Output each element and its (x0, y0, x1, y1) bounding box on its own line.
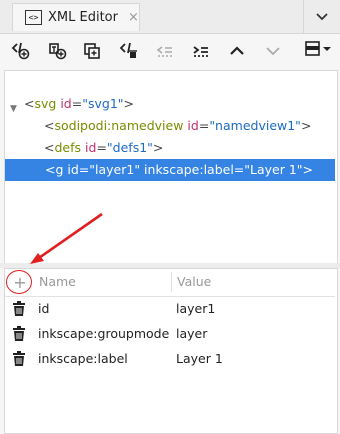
node-close-bracket: > (152, 140, 164, 155)
attribute-row[interactable]: inkscape:label Layer 1 (5, 347, 335, 372)
expander-icon[interactable]: ▼ (10, 104, 17, 114)
node-tag: sodipodi:namedview (54, 118, 184, 133)
tree-node-namedview[interactable]: <sodipodi:namedview id="namedview1"> (44, 115, 311, 137)
unindent-node-icon (156, 46, 172, 57)
add-attribute-button[interactable]: + (9, 272, 31, 292)
attribute-name[interactable]: inkscape:label (38, 351, 128, 366)
duplicate-node-button[interactable] (77, 38, 108, 64)
delete-node-button[interactable] (113, 38, 144, 64)
new-text-node-icon (48, 43, 66, 60)
toolbar (0, 34, 340, 68)
attribute-row[interactable]: id layer1 (5, 297, 335, 322)
attributes-panel: + Name Value id layer1 inkscape:groupmod… (4, 268, 338, 434)
node-attr: id (187, 118, 199, 133)
attribute-row[interactable]: inkscape:groupmode layer (5, 322, 335, 347)
node-text: <g id="layer1" inkscape:label="Layer 1"> (45, 162, 314, 177)
tree-node-svg[interactable]: <svg id="svg1"> (24, 93, 134, 115)
lower-node-button[interactable] (257, 38, 288, 64)
raise-node-icon (229, 46, 244, 55)
node-open-bracket: < (24, 96, 35, 111)
trash-icon[interactable] (12, 351, 26, 367)
attribute-value[interactable]: layer1 (176, 301, 215, 316)
node-close-bracket: > (300, 118, 312, 133)
column-header-name[interactable]: Name (39, 274, 76, 289)
attribute-value[interactable]: layer (176, 326, 207, 341)
chevron-down-icon[interactable] (303, 0, 340, 33)
indent-node-button[interactable] (185, 38, 216, 64)
node-value: "namedview1" (209, 118, 301, 133)
node-close-bracket: > (123, 96, 135, 111)
node-open-bracket: < (44, 118, 55, 133)
tab-xml-editor[interactable]: <> XML Editor × (12, 3, 140, 31)
node-tag: defs (54, 140, 82, 155)
layout-menu-button[interactable] (304, 38, 334, 60)
indent-node-icon (192, 46, 208, 57)
column-header-value[interactable]: Value (177, 274, 211, 289)
layout-menu-icon (305, 41, 331, 56)
tree-node-defs[interactable]: <defs id="defs1"> (44, 137, 163, 159)
attribute-name[interactable]: inkscape:groupmode (38, 326, 169, 341)
unindent-node-button[interactable] (149, 38, 180, 64)
tab-bar: <> XML Editor × (0, 0, 340, 34)
trash-icon[interactable] (12, 326, 26, 342)
tab-label: XML Editor (48, 10, 118, 25)
node-attr: id (85, 140, 97, 155)
column-divider (171, 272, 172, 292)
close-icon[interactable]: × (128, 10, 139, 25)
attribute-value[interactable]: Layer 1 (176, 351, 223, 366)
delete-node-icon (119, 42, 137, 58)
tree-node-layer1-selected[interactable]: <g id="layer1" inkscape:label="Layer 1"> (5, 159, 335, 181)
node-attr: id (60, 96, 72, 111)
xml-editor-icon: <> (25, 10, 42, 25)
node-open-bracket: < (44, 140, 55, 155)
annotation-arrow (30, 212, 103, 264)
duplicate-node-icon (83, 43, 100, 59)
new-element-node-button[interactable] (5, 38, 36, 64)
node-value: "svg1" (82, 96, 124, 111)
lower-node-icon (265, 47, 280, 56)
node-tag: svg (34, 96, 57, 111)
new-element-node-icon (11, 42, 29, 60)
new-text-node-button[interactable] (41, 38, 72, 64)
node-value: "defs1" (106, 140, 153, 155)
attribute-name[interactable]: id (38, 301, 49, 316)
raise-node-button[interactable] (221, 38, 252, 64)
trash-icon[interactable] (12, 301, 26, 317)
attributes-header: + Name Value (5, 269, 335, 297)
